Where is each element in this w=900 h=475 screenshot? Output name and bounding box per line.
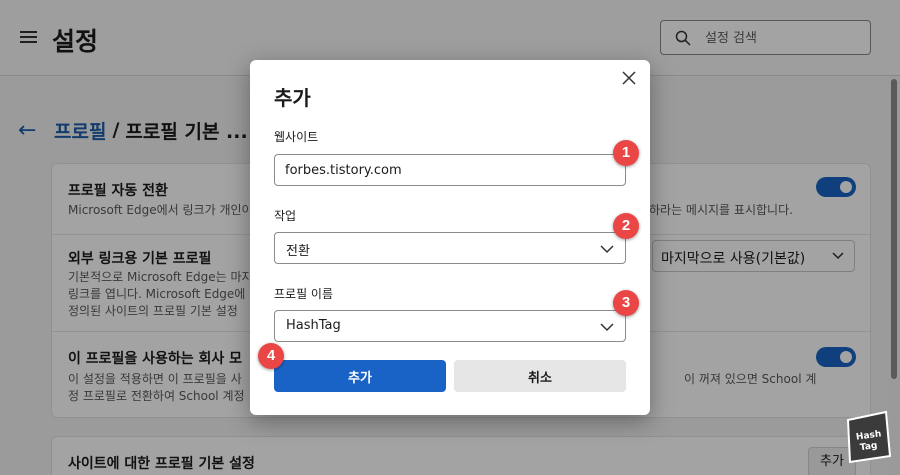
callout-marker-1: 1 xyxy=(613,140,639,166)
hashtag-watermark-logo: Hash Tag xyxy=(846,410,892,464)
add-button[interactable]: 추가 xyxy=(274,360,446,392)
callout-marker-3: 3 xyxy=(613,290,639,316)
callout-marker-4: 4 xyxy=(258,343,284,369)
chevron-down-icon xyxy=(600,245,614,254)
action-label: 작업 xyxy=(274,209,297,223)
profile-name-select-value: HashTag xyxy=(286,318,341,333)
add-site-dialog: 추가 웹사이트 작업 전환 프로필 이름 HashTag 추가 취소 xyxy=(250,60,650,415)
action-select-value: 전환 xyxy=(286,244,310,259)
callout-marker-2: 2 xyxy=(613,213,639,239)
chevron-down-icon xyxy=(600,323,614,332)
profile-name-select[interactable]: HashTag xyxy=(274,310,626,342)
close-icon[interactable] xyxy=(621,70,637,86)
website-label: 웹사이트 xyxy=(274,130,319,144)
cancel-button[interactable]: 취소 xyxy=(454,360,626,392)
action-select[interactable]: 전환 xyxy=(274,232,626,264)
dialog-title: 추가 xyxy=(274,86,311,110)
profile-name-label: 프로필 이름 xyxy=(274,287,334,301)
website-input[interactable] xyxy=(274,154,626,186)
